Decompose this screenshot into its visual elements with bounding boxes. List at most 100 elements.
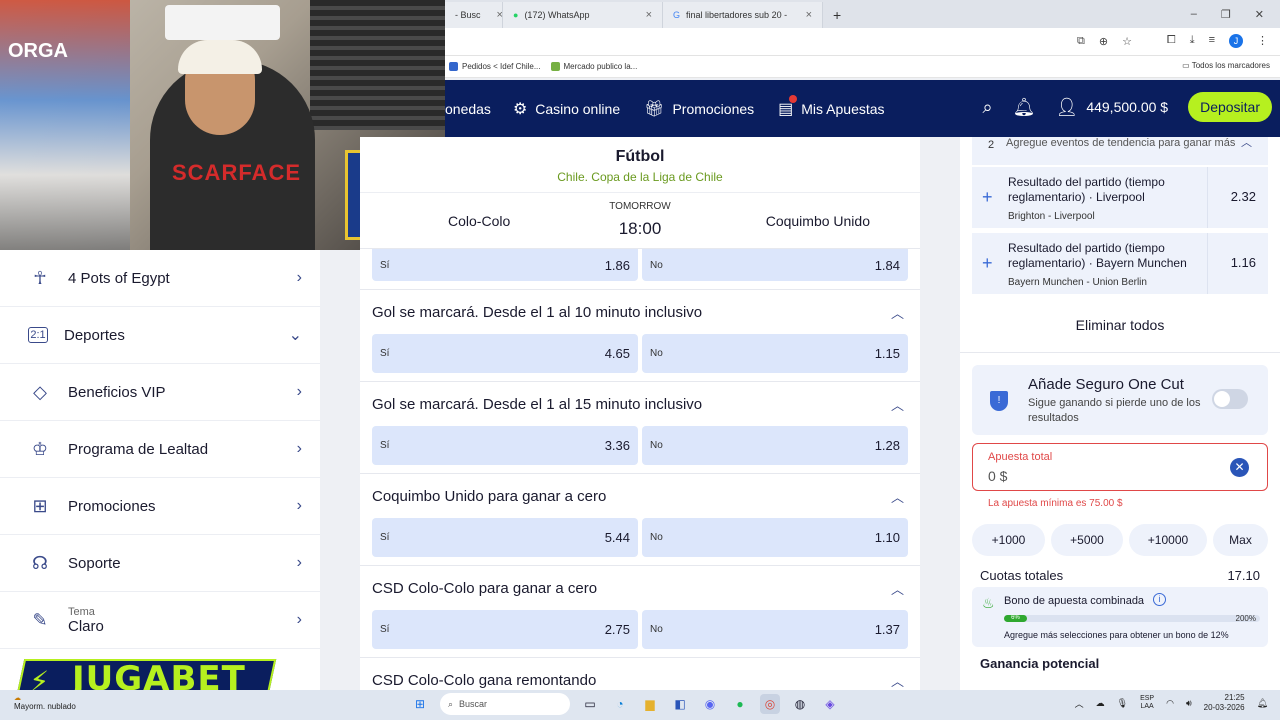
divider	[960, 352, 1280, 353]
download-icon[interactable]: ⤓	[1190, 34, 1195, 48]
odd-button[interactable]: Sí 1.86	[372, 249, 638, 281]
market-odds: Sí 3.36 No 1.28	[360, 426, 920, 473]
cloud-icon[interactable]: ☁	[1096, 698, 1105, 709]
close-window-icon[interactable]: ✕	[1255, 8, 1264, 21]
nav-casino[interactable]: ⚙ Casino online	[513, 99, 620, 119]
odd-button[interactable]: Sí 5.44	[372, 518, 638, 557]
trending-selection[interactable]: + Resultado del partido (tiempo reglamen…	[972, 232, 1268, 294]
folder-icon[interactable]: ▆	[640, 694, 660, 714]
odds-row: Sí 5.44 No 1.10	[360, 518, 920, 557]
search-icon: ⌕	[448, 698, 454, 709]
market-title[interactable]: CSD Colo-Colo para ganar a cero ︿	[360, 566, 920, 610]
media-icon[interactable]: ≡	[1209, 34, 1215, 48]
browser-tab[interactable]: G final libertadores sub 20 - Buscar×	[663, 2, 823, 28]
mic-icon[interactable]: 🎙︎	[1117, 698, 1128, 709]
quick-stake-5000[interactable]: +5000	[1051, 524, 1123, 556]
star-icon[interactable]: ☆	[1122, 35, 1132, 48]
language-indicator[interactable]: ESP LAA	[1140, 695, 1154, 711]
shield-icon: !	[990, 391, 1008, 411]
quick-stake-1000[interactable]: +1000	[972, 524, 1045, 556]
odd-button[interactable]: No 1.10	[642, 518, 908, 557]
search-icon[interactable]: ⌕	[983, 97, 993, 118]
app-icon[interactable]: ◈	[820, 694, 840, 714]
clear-icon[interactable]: ✕	[1230, 458, 1249, 477]
plus-icon[interactable]: +	[982, 253, 993, 274]
windows-start-icon[interactable]: ⊞	[410, 694, 430, 714]
spotify-icon[interactable]: ●	[730, 694, 750, 714]
quick-stake-max[interactable]: Max	[1213, 524, 1268, 556]
close-icon[interactable]: ×	[646, 9, 652, 21]
sidebar-item-promociones[interactable]: ⊞ Promociones ›	[0, 478, 320, 535]
plus-icon[interactable]: +	[982, 187, 993, 208]
sidebar-item-4-pots[interactable]: ☥ 4 Pots of Egypt ›	[0, 250, 320, 307]
nav-mis-apuestas[interactable]: ▤ Mis Apuestas	[778, 94, 885, 119]
chevron-right-icon: ›	[296, 269, 302, 286]
new-tab-button[interactable]: +	[823, 2, 851, 28]
sidebar-item-lealtad[interactable]: ♔ Programa de Lealtad ›	[0, 421, 320, 478]
odd-button[interactable]: No 1.37	[642, 610, 908, 649]
wifi-icon[interactable]: ◠	[1166, 698, 1174, 709]
odd-button[interactable]: Sí 4.65	[372, 334, 638, 373]
account-balance[interactable]: 👤︎ 449,500.00 $	[1055, 97, 1168, 118]
window-blinds	[310, 0, 445, 130]
odd-button[interactable]: Sí 3.36	[372, 426, 638, 465]
zoom-icon[interactable]: ⊕	[1099, 35, 1108, 48]
extensions-icon[interactable]: ⧠	[1167, 34, 1176, 48]
streamer-cap	[178, 40, 262, 74]
taskbar: ☁ Mayorm. nublado ⊞ ⌕ Buscar ▭ ◔ ▆ ◧ ◉ ● …	[0, 690, 1280, 720]
nav-monedas[interactable]: onedas	[445, 101, 491, 117]
notification-icon[interactable]: 🔔︎	[1257, 698, 1268, 709]
insurance-toggle[interactable]	[1212, 389, 1248, 409]
market: Gol se marcará. Desde el 1 al 15 minuto …	[360, 381, 920, 473]
restore-icon[interactable]: ❐	[1221, 8, 1231, 21]
info-icon[interactable]: i	[1153, 593, 1166, 606]
close-icon[interactable]: ×	[497, 9, 503, 21]
market-title[interactable]: Gol se marcará. Desde el 1 al 15 minuto …	[360, 382, 920, 426]
quick-stake-10000[interactable]: +10000	[1129, 524, 1207, 556]
folder-icon: ▭	[1182, 61, 1192, 70]
trending-selection[interactable]: + Resultado del partido (tiempo reglamen…	[972, 166, 1268, 228]
clock[interactable]: 21:25 20-03-2026	[1204, 693, 1245, 713]
chrome-icon[interactable]: ◎	[760, 694, 780, 714]
sidebar-item-tema[interactable]: ✎ Tema Claro ›	[0, 592, 320, 649]
edge-icon[interactable]: ◔	[610, 694, 630, 714]
event-markets: Fútbol Chile. Copa de la Liga de Chile C…	[360, 137, 920, 690]
stake-input[interactable]: Apuesta total 0 $ ✕	[972, 443, 1268, 491]
store-icon[interactable]: ◧	[670, 694, 690, 714]
volume-icon[interactable]: 🔊︎	[1186, 698, 1192, 709]
weather-widget[interactable]: ☁ Mayorm. nublado	[14, 694, 76, 711]
bell-icon[interactable]: 🔔︎	[1013, 97, 1036, 118]
chevron-up-icon[interactable]: ︿	[1075, 697, 1084, 710]
odd-button[interactable]: No 1.84	[642, 249, 908, 281]
bookmark[interactable]: Pedidos < Idef Chile...	[449, 62, 541, 71]
market-title[interactable]: Gol se marcará. Desde el 1 al 10 minuto …	[360, 290, 920, 334]
cast-icon[interactable]: ⧉	[1077, 35, 1085, 48]
sidebar-item-deportes[interactable]: 2:1 Deportes ⌄	[0, 307, 320, 364]
browser-tab[interactable]: - Busc ×	[445, 2, 503, 28]
browser-tab[interactable]: ● (172) WhatsApp ×	[503, 2, 663, 28]
home-team: Colo-Colo	[448, 213, 511, 229]
nav-promociones[interactable]: 🎁︎ Promociones	[644, 99, 754, 119]
sidebar-item-vip[interactable]: ◇ Beneficios VIP ›	[0, 364, 320, 421]
task-view-icon[interactable]: ▭	[580, 694, 600, 714]
taskbar-search[interactable]: ⌕ Buscar	[440, 693, 570, 715]
all-bookmarks[interactable]: ▭ Todos los marcadores	[1182, 61, 1270, 70]
close-icon[interactable]: ×	[806, 9, 812, 21]
profile-avatar[interactable]: J	[1229, 34, 1243, 48]
deposit-button[interactable]: Depositar	[1188, 92, 1272, 122]
event-league[interactable]: Chile. Copa de la Liga de Chile	[360, 170, 920, 184]
sidebar-item-soporte[interactable]: ☊ Soporte ›	[0, 535, 320, 592]
odd-button[interactable]: No 1.28	[642, 426, 908, 465]
minimize-icon[interactable]: –	[1191, 8, 1197, 20]
trending-hint[interactable]: 2 Agregue eventos de tendencia para gana…	[972, 137, 1268, 165]
bookmark[interactable]: Mercado publico la...	[550, 62, 637, 71]
chevron-up-icon: ︿	[890, 673, 904, 689]
menu-icon[interactable]: ⋮	[1257, 34, 1268, 48]
remove-all-button[interactable]: Eliminar todos	[960, 317, 1280, 333]
odd-button[interactable]: No 1.15	[642, 334, 908, 373]
market-title[interactable]: Coquimbo Unido para ganar a cero ︿	[360, 474, 920, 518]
odd-button[interactable]: Sí 2.75	[372, 610, 638, 649]
google-icon: G	[673, 10, 681, 20]
discord-icon[interactable]: ◉	[700, 694, 720, 714]
obs-icon[interactable]: ◍	[790, 694, 810, 714]
